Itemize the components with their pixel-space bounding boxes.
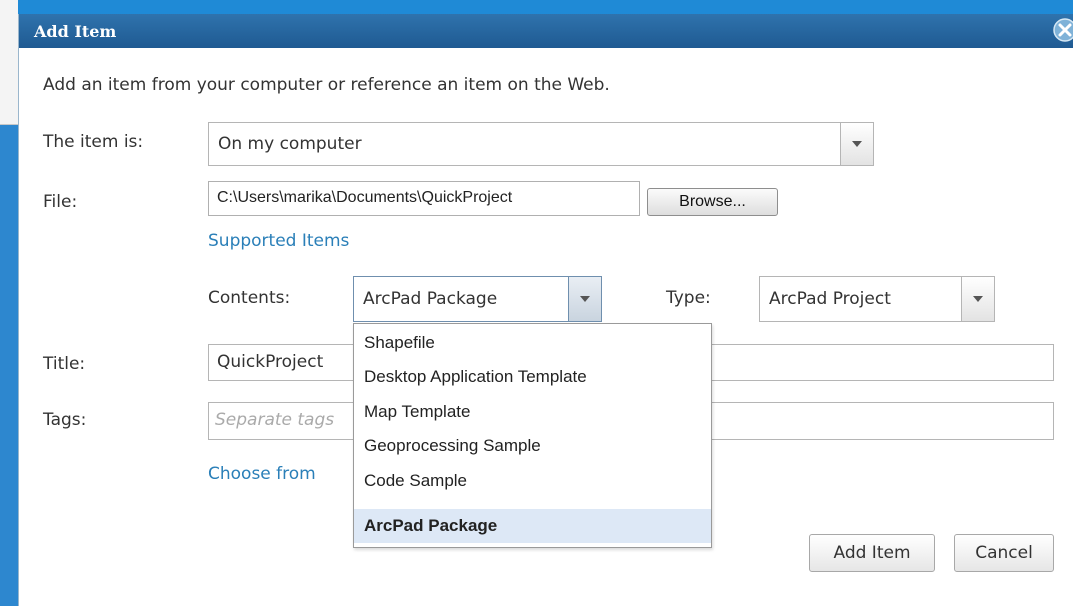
dialog-titlebar[interactable]: Add Item — [19, 14, 1073, 48]
item-location-dropdown-button[interactable] — [840, 123, 873, 165]
dropdown-option-code-sample[interactable]: Code Sample — [354, 464, 711, 498]
dropdown-option-arcpad-package[interactable]: ArcPad Package — [354, 509, 711, 543]
dialog-title: Add Item — [34, 22, 117, 41]
contents-select[interactable]: ArcPad Package — [353, 276, 602, 322]
tags-placeholder: Separate tags — [215, 410, 335, 430]
item-location-value: On my computer — [218, 134, 362, 154]
file-label: File: — [43, 192, 78, 212]
dropdown-option-desktop-application-template[interactable]: Desktop Application Template — [354, 360, 711, 394]
file-path-input[interactable]: C:\Users\marika\Documents\QuickProject — [208, 181, 640, 216]
dropdown-option-geoprocessing-sample[interactable]: Geoprocessing Sample — [354, 429, 711, 463]
choose-from-link[interactable]: Choose from — [208, 464, 316, 484]
add-item-button[interactable]: Add Item — [809, 534, 935, 572]
close-icon[interactable] — [1052, 17, 1073, 43]
file-path-value: C:\Users\marika\Documents\QuickProject — [217, 189, 513, 206]
chevron-down-icon — [973, 296, 983, 302]
contents-dropdown-button[interactable] — [568, 277, 601, 321]
contents-value: ArcPad Package — [363, 289, 498, 309]
type-dropdown-button[interactable] — [961, 277, 994, 321]
dropdown-option-shapefile[interactable]: Shapefile — [354, 326, 711, 360]
dropdown-option-map-template[interactable]: Map Template — [354, 395, 711, 429]
item-location-select[interactable]: On my computer — [208, 122, 874, 166]
background-divider — [0, 124, 18, 125]
cancel-button[interactable]: Cancel — [954, 534, 1054, 572]
title-value: QuickProject — [217, 352, 324, 372]
background-top-bar — [0, 0, 1073, 14]
supported-items-link[interactable]: Supported Items — [208, 231, 349, 251]
add-item-dialog: Add Item Add an item from your computer … — [18, 14, 1073, 606]
type-label: Type: — [666, 288, 711, 308]
title-label: Title: — [43, 354, 86, 374]
item-is-label: The item is: — [43, 132, 144, 152]
type-select[interactable]: ArcPad Project — [759, 276, 995, 322]
dialog-intro-text: Add an item from your computer or refere… — [43, 75, 610, 95]
background-left-panel — [0, 0, 18, 125]
chevron-down-icon — [580, 296, 590, 302]
contents-dropdown-list: Shapefile Desktop Application Template M… — [353, 323, 712, 548]
type-value: ArcPad Project — [769, 289, 891, 309]
browse-button[interactable]: Browse... — [647, 188, 778, 216]
contents-label: Contents: — [208, 288, 291, 308]
tags-label: Tags: — [43, 410, 87, 430]
chevron-down-icon — [852, 141, 862, 147]
